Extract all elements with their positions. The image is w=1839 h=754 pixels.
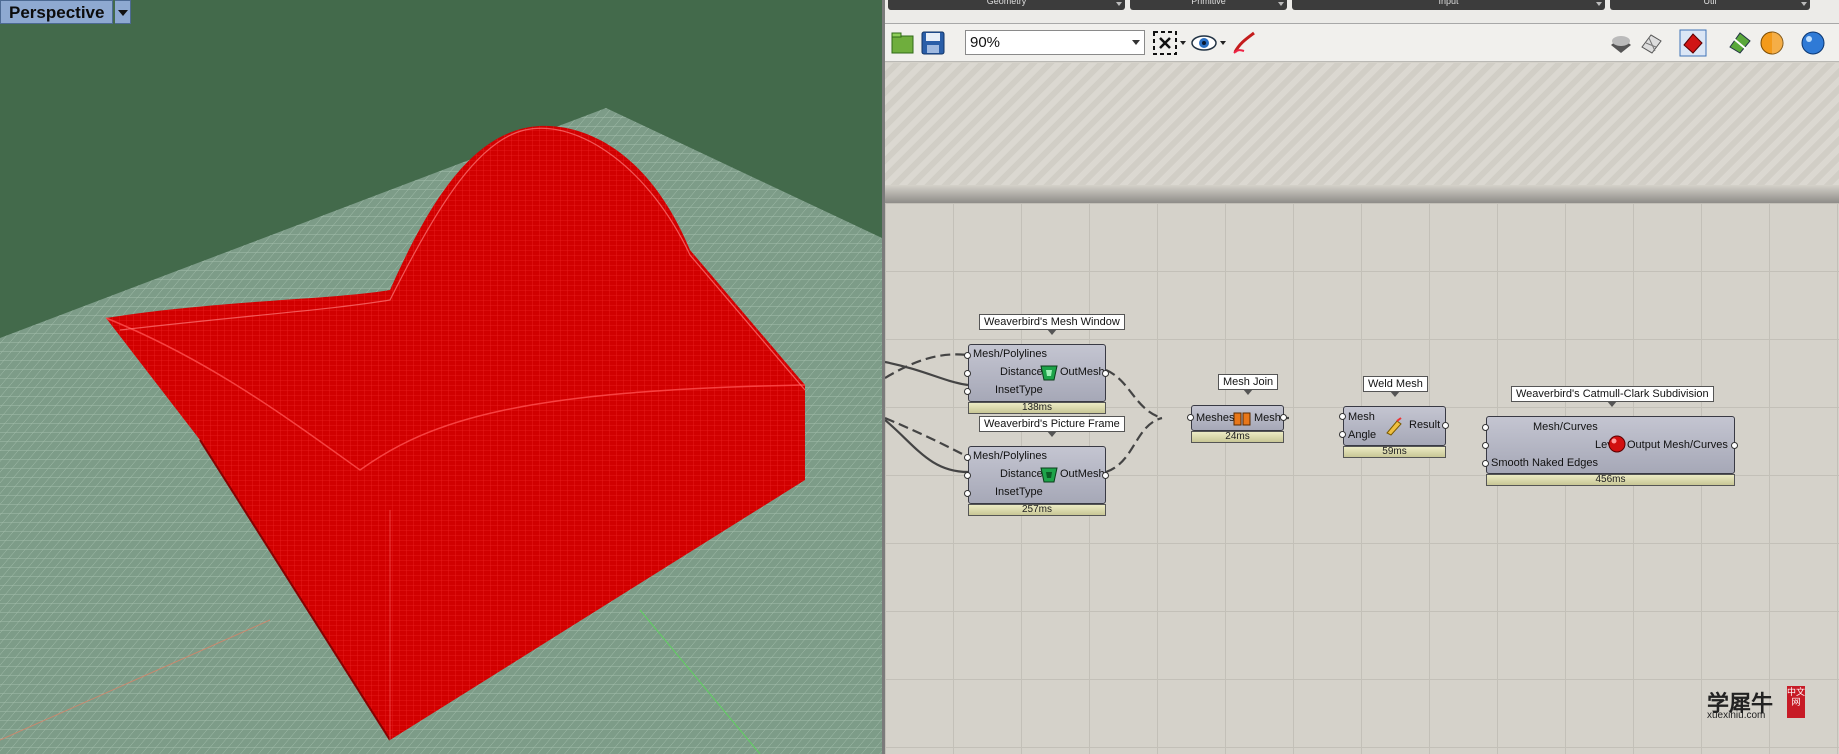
output-outmesh[interactable]: OutMesh bbox=[1060, 366, 1105, 378]
input-mesh-curves[interactable]: Mesh/Curves bbox=[1533, 421, 1598, 433]
viewport-title-bar[interactable]: Perspective bbox=[0, 0, 132, 24]
mesh-join-label: Mesh Join bbox=[1218, 374, 1279, 395]
input-distance[interactable]: Distance bbox=[1000, 468, 1043, 480]
mesh-window-component[interactable]: Mesh/Polylines Distance InsetType OutMes… bbox=[968, 344, 1106, 402]
picture-frame-component[interactable]: Mesh/Polylines Distance InsetType OutMes… bbox=[968, 446, 1106, 504]
viewport-menu-dropdown-icon[interactable] bbox=[115, 0, 132, 24]
weld-mesh-component[interactable]: Mesh Angle Result bbox=[1343, 406, 1446, 446]
mesh-window-label: Weaverbird's Mesh Window bbox=[979, 314, 1125, 335]
input-insettype[interactable]: InsetType bbox=[995, 486, 1043, 498]
grasshopper-editor: Geometry Primitive Input Util 90% Weaver… bbox=[885, 0, 1839, 754]
output-mesh-curves[interactable]: Output Mesh/Curves bbox=[1627, 439, 1728, 451]
input-smooth-naked-edges[interactable]: Smooth Naked Edges bbox=[1491, 457, 1598, 469]
output-outmesh[interactable]: OutMesh bbox=[1060, 468, 1105, 480]
weld-icon bbox=[1386, 417, 1402, 436]
weaverbird-frame-icon bbox=[1040, 467, 1058, 483]
weld-mesh-time: 59ms bbox=[1343, 446, 1446, 458]
input-distance[interactable]: Distance bbox=[1000, 366, 1043, 378]
picture-frame-time: 257ms bbox=[968, 504, 1106, 516]
input-mesh-polylines[interactable]: Mesh/Polylines bbox=[973, 450, 1047, 462]
catmull-clark-component[interactable]: Mesh/Curves Level Smooth Naked Edges Out… bbox=[1486, 416, 1735, 474]
catmull-clark-label: Weaverbird's Catmull-Clark Subdivision bbox=[1511, 386, 1714, 407]
input-meshes[interactable]: Meshes bbox=[1196, 412, 1235, 424]
mesh-join-component[interactable]: Meshes Mesh bbox=[1191, 405, 1284, 431]
rhino-perspective-viewport[interactable]: Perspective bbox=[0, 0, 882, 754]
weld-mesh-label: Weld Mesh bbox=[1363, 376, 1428, 397]
picture-frame-label: Weaverbird's Picture Frame bbox=[979, 416, 1125, 437]
viewport-scene bbox=[0, 108, 882, 754]
input-angle[interactable]: Angle bbox=[1348, 429, 1376, 441]
watermark-badge: 中文网 bbox=[1787, 686, 1805, 718]
viewport-title[interactable]: Perspective bbox=[0, 0, 114, 24]
input-mesh-polylines[interactable]: Mesh/Polylines bbox=[973, 348, 1047, 360]
output-mesh[interactable]: Mesh bbox=[1254, 412, 1281, 424]
catmull-clark-sphere-icon bbox=[1608, 435, 1626, 453]
output-result[interactable]: Result bbox=[1409, 419, 1440, 431]
mesh-join-icon bbox=[1233, 412, 1251, 426]
weaverbird-window-icon bbox=[1040, 365, 1058, 381]
watermark-url: xuexiniu.com bbox=[1707, 710, 1766, 721]
watermark-logo: 学犀牛 xuexiniu.com 中文网 bbox=[1707, 686, 1805, 721]
input-insettype[interactable]: InsetType bbox=[995, 384, 1043, 396]
mesh-join-time: 24ms bbox=[1191, 431, 1284, 443]
catmull-clark-time: 456ms bbox=[1486, 474, 1735, 486]
input-mesh[interactable]: Mesh bbox=[1348, 411, 1375, 423]
mesh-window-time: 138ms bbox=[968, 402, 1106, 414]
